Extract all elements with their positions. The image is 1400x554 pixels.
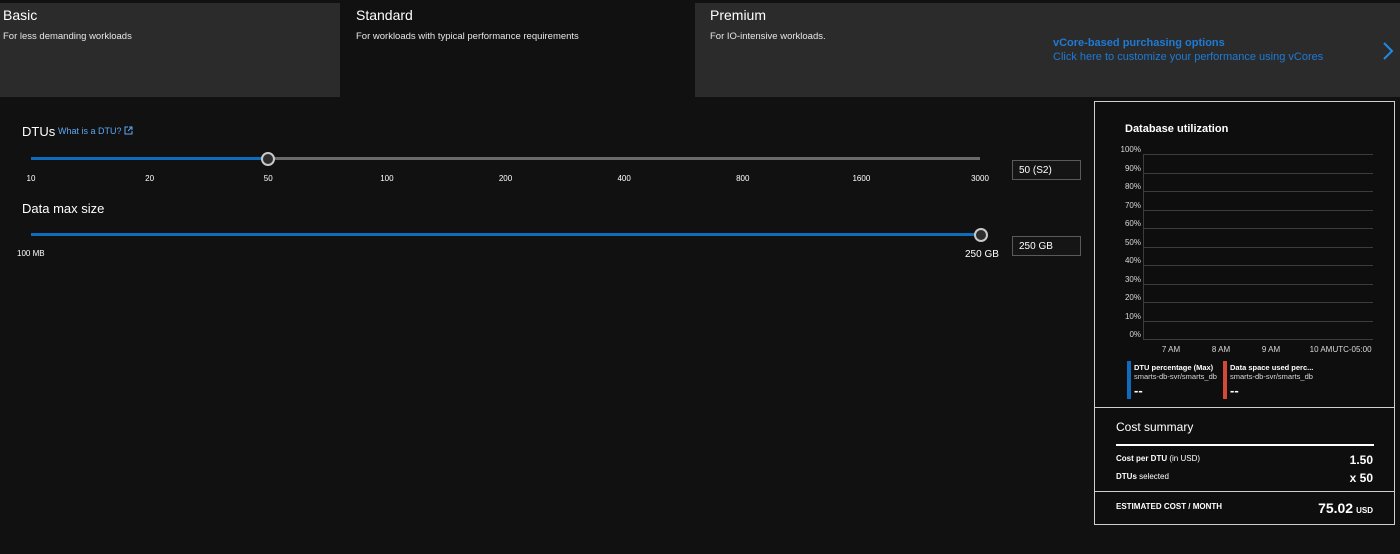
data-size-slider-thumb[interactable]: [974, 228, 988, 242]
utilization-gridline: [1143, 228, 1373, 229]
data-size-max-label: 250 GB: [965, 249, 999, 260]
legend-series-resource: smarts-db-svr/smarts_db: [1134, 372, 1217, 381]
panel-divider: [1095, 491, 1394, 492]
utilization-y-tick-label: 10%: [1124, 311, 1141, 321]
data-size-slider-fill: [31, 233, 981, 236]
utilization-x-tick-label: 7 AM: [1161, 345, 1181, 354]
dtu-tick-label: 50: [263, 174, 273, 183]
what-is-dtu-link-text: What is a DTU?: [58, 126, 122, 136]
utilization-y-tick-label: 40%: [1124, 256, 1141, 265]
cost-summary-title: Cost summary: [1116, 420, 1194, 434]
cost-summary-rule: [1116, 444, 1374, 446]
dtu-tick-label: 400: [617, 174, 631, 183]
tier-description: For workloads with typical performance r…: [356, 31, 579, 42]
dtu-tick-label: 800: [736, 174, 750, 183]
utilization-gridline: [1143, 265, 1373, 266]
vcore-purchasing-link[interactable]: vCore-based purchasing options Click her…: [1053, 37, 1323, 63]
cost-per-dtu-label-rest: (in USD): [1167, 454, 1201, 463]
cost-per-dtu-label: Cost per DTU (in USD): [1116, 454, 1200, 463]
dtu-tick-label: 3000: [971, 174, 989, 183]
legend-dtu-percentage[interactable]: DTU percentage (Max) smarts-db-svr/smart…: [1127, 361, 1227, 399]
panel-divider: [1095, 407, 1394, 408]
cost-per-dtu-label-bold: Cost per DTU: [1116, 454, 1168, 463]
legend-series-value: --: [1134, 383, 1143, 398]
utilization-gridline: [1143, 209, 1373, 211]
legend-series-name: DTU percentage (Max): [1134, 363, 1214, 372]
dtu-tick-label: 1600: [852, 174, 871, 183]
legend-series-name: Data space used perc...: [1230, 363, 1314, 372]
utilization-x-tick-label: 10 AM: [1309, 345, 1333, 354]
data-size-min-label: 100 MB: [17, 249, 45, 258]
utilization-y-tick-label: 100%: [1120, 145, 1141, 154]
utilization-gridline: [1143, 191, 1373, 192]
tier-name: Premium: [710, 7, 767, 23]
legend-data-space[interactable]: Data space used perc... smarts-db-svr/sm…: [1223, 361, 1323, 399]
utilization-gridline: [1143, 246, 1373, 248]
utilization-gridline: [1143, 302, 1373, 303]
utilization-timezone-label: UTC-05:00: [1332, 345, 1372, 354]
estimated-cost: 75.02 USD: [1318, 500, 1373, 516]
legend-color-bar: [1223, 361, 1227, 399]
dtu-value-input[interactable]: [1012, 160, 1081, 180]
dtu-slider-fill: [31, 157, 269, 160]
vcore-link-title: vCore-based purchasing options: [1053, 37, 1225, 49]
utilization-y-axis-line: [1143, 154, 1144, 340]
vcore-link-subtitle: Click here to customize your performance…: [1053, 51, 1324, 63]
external-link-icon: [124, 126, 133, 135]
cost-per-dtu-value: 1.50: [1349, 453, 1373, 467]
dtus-selected-label-bold: DTUs: [1116, 472, 1137, 481]
utilization-gridline: [1143, 339, 1373, 340]
utilization-x-tick-label: 9 AM: [1261, 345, 1281, 354]
utilization-y-tick-label: 0%: [1129, 330, 1141, 339]
utilization-gridline: [1143, 320, 1373, 322]
legend-series-resource: smarts-db-svr/smarts_db: [1230, 372, 1313, 381]
utilization-gridline: [1143, 283, 1373, 285]
estimated-cost-unit: USD: [1356, 506, 1373, 515]
utilization-y-tick-label: 20%: [1124, 293, 1141, 302]
tier-name: Basic: [3, 7, 38, 23]
estimated-cost-value: 75.02: [1318, 500, 1354, 516]
dtu-tick-label: 200: [498, 174, 513, 183]
dtus-selected-label: DTUs selected: [1116, 472, 1169, 481]
tier-description: For less demanding workloads: [3, 31, 132, 42]
tier-card-standard[interactable]: Standard For workloads with typical perf…: [342, 3, 693, 97]
utilization-y-tick-label: 30%: [1124, 274, 1141, 284]
dtu-tick-label: 10: [26, 174, 36, 183]
utilization-y-tick-label: 80%: [1124, 182, 1141, 191]
utilization-gridline: [1143, 154, 1373, 155]
dtus-selected-value: x 50: [1349, 471, 1373, 485]
utilization-y-tick-label: 60%: [1124, 219, 1141, 228]
legend-series-value: --: [1230, 383, 1239, 398]
data-max-size-label: Data max size: [22, 201, 105, 216]
dtu-slider-thumb[interactable]: [261, 152, 276, 166]
utilization-y-tick-label: 50%: [1124, 237, 1141, 247]
utilization-x-tick-label: 8 AM: [1211, 345, 1231, 354]
chevron-right-icon[interactable]: [1380, 40, 1396, 62]
tier-card-basic[interactable]: Basic For less demanding workloads: [0, 3, 340, 97]
dtu-label: DTUs: [22, 124, 56, 139]
summary-panel: Database utilization 100% 90% 80% 70% 60% 50%…: [1094, 101, 1395, 525]
data-size-value-input[interactable]: [1012, 236, 1081, 256]
utilization-y-tick-label: 70%: [1124, 200, 1141, 210]
utilization-y-tick-label: 90%: [1124, 163, 1141, 173]
utilization-gridline: [1143, 172, 1373, 174]
what-is-dtu-link[interactable]: What is a DTU?: [58, 126, 133, 136]
dtus-selected-label-rest: selected: [1136, 472, 1169, 481]
tier-name: Standard: [356, 7, 413, 23]
dtu-tick-label: 20: [145, 174, 155, 183]
dtu-tick-label: 100: [380, 174, 394, 183]
utilization-chart-title: Database utilization: [1125, 123, 1229, 135]
legend-color-bar: [1127, 361, 1131, 399]
estimated-cost-label: ESTIMATED COST / MONTH: [1116, 502, 1223, 511]
